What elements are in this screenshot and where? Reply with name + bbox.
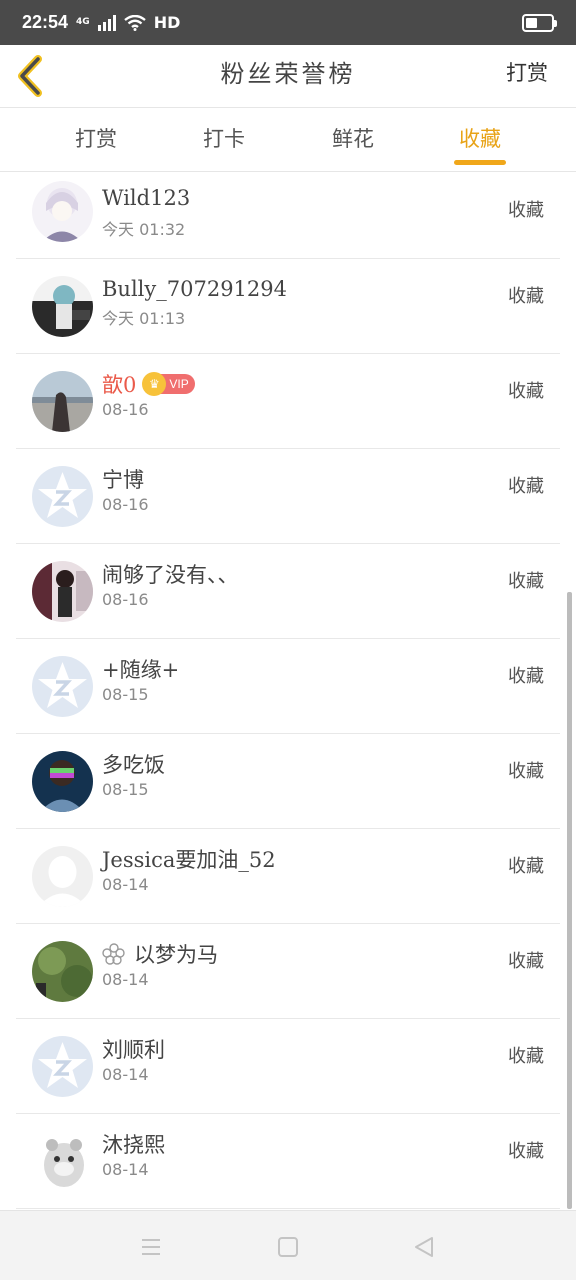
- user-name-text: Wild123: [102, 186, 191, 210]
- vip-label: VIP: [169, 377, 189, 391]
- user-name: 宁博: [102, 464, 144, 494]
- hamster-avatar: [32, 1131, 93, 1192]
- list-item[interactable]: Wild123 今天 01:32 收藏: [16, 173, 560, 259]
- signal-icon: [97, 14, 116, 31]
- row-action-label: 收藏: [508, 666, 544, 687]
- row-action-label: 收藏: [508, 1046, 544, 1067]
- favorite-time: 今天 01:32: [102, 220, 186, 239]
- silhouette-avatar: [32, 846, 93, 907]
- favorite-time: 08-14: [102, 970, 149, 989]
- list-item[interactable]: 多吃饭 08-15 收藏: [16, 734, 560, 829]
- menu-icon[interactable]: [139, 1235, 163, 1259]
- favorite-time: 08-16: [102, 495, 149, 514]
- row-action-label: 收藏: [508, 381, 544, 402]
- row-action-label: 收藏: [508, 286, 544, 307]
- list-item[interactable]: Bully_707291294 今天 01:13 收藏: [16, 259, 560, 354]
- scrollbar[interactable]: [567, 592, 572, 1209]
- default-star-avatar: [32, 466, 93, 527]
- user-name: 沐挠熙: [102, 1129, 165, 1159]
- page-title: 粉丝荣誉榜: [220, 60, 356, 88]
- network-type: 4G: [76, 17, 90, 27]
- user-name-text: 闹够了没有、、: [102, 563, 239, 587]
- user-name-text: 以梦为马: [134, 943, 218, 967]
- user-name: 以梦为马: [102, 939, 218, 969]
- battery-fill: [526, 17, 537, 28]
- favorite-time: 08-15: [102, 685, 149, 704]
- wifi-icon: [123, 14, 146, 31]
- favorite-time: 08-14: [102, 1065, 149, 1084]
- tab-checkin[interactable]: 打卡: [174, 108, 274, 172]
- user-name: 闹够了没有、、: [102, 559, 239, 589]
- user-name: 多吃饭: [102, 749, 165, 779]
- favorite-time: 08-16: [102, 590, 149, 609]
- default-star-avatar: [32, 656, 93, 717]
- user-name-text: +随缘+: [102, 658, 180, 682]
- user-name-text: 沐挠熙: [102, 1133, 165, 1157]
- photo-avatar: [32, 276, 93, 337]
- row-action-label: 收藏: [508, 571, 544, 592]
- row-action-label: 收藏: [508, 951, 544, 972]
- favorite-time: 08-15: [102, 780, 149, 799]
- list-item[interactable]: 宁博 08-16 收藏: [16, 449, 560, 544]
- photo-avatar: [32, 941, 93, 1002]
- status-left: 22:54 4G HD: [22, 12, 180, 33]
- status-time: 22:54: [22, 12, 69, 32]
- user-name-text: 宁博: [102, 468, 144, 492]
- user-name: 歆0 ♛ VIP: [102, 369, 195, 399]
- tab-flowers[interactable]: 鲜花: [303, 108, 403, 172]
- user-name: +随缘+: [102, 654, 179, 684]
- photo-avatar: [32, 561, 93, 622]
- row-action-label: 收藏: [508, 761, 544, 782]
- tab-bar: 打赏 打卡 鲜花 收藏: [0, 108, 576, 172]
- hd-indicator: HD: [153, 13, 181, 32]
- user-name-text: 刘顺利: [102, 1038, 165, 1062]
- battery-icon: [522, 13, 557, 32]
- reward-action-button[interactable]: 打赏: [506, 45, 548, 108]
- active-tab-indicator: [454, 160, 506, 165]
- list-item[interactable]: 沐挠熙 08-14 收藏: [16, 1114, 560, 1209]
- status-bar: 22:54 4G HD: [0, 0, 576, 45]
- nav-bar: 粉丝荣誉榜 打赏: [0, 45, 576, 108]
- fan-list: Wild123 今天 01:32 收藏 Bully_707291294 今天 0…: [16, 173, 560, 1209]
- tab-reward[interactable]: 打赏: [46, 108, 146, 172]
- vip-badge: ♛ VIP: [142, 372, 195, 396]
- user-name: Jessica要加油_52: [102, 844, 276, 874]
- row-action-label: 收藏: [508, 200, 544, 221]
- user-name-text: 歆0: [102, 373, 137, 397]
- row-action-label: 收藏: [508, 1141, 544, 1162]
- user-name-text: Jessica要加油_52: [102, 848, 276, 872]
- favorite-time: 08-14: [102, 875, 149, 894]
- crown-icon: ♛: [142, 372, 167, 396]
- favorite-time: 08-14: [102, 1160, 149, 1179]
- row-action-label: 收藏: [508, 856, 544, 877]
- list-item[interactable]: 刘顺利 08-14 收藏: [16, 1019, 560, 1114]
- row-action-label: 收藏: [508, 476, 544, 497]
- favorite-time: 08-16: [102, 400, 149, 419]
- list-item[interactable]: 以梦为马 08-14 收藏: [16, 924, 560, 1019]
- home-square-icon[interactable]: [276, 1235, 300, 1259]
- anime-avatar: [32, 181, 93, 242]
- user-name-text: Bully_707291294: [102, 277, 288, 301]
- flower-icon: [102, 943, 125, 965]
- user-name: 刘顺利: [102, 1034, 165, 1064]
- back-triangle-icon[interactable]: [412, 1235, 436, 1259]
- list-item[interactable]: Jessica要加油_52 08-14 收藏: [16, 829, 560, 924]
- list-item[interactable]: +随缘+ 08-15 收藏: [16, 639, 560, 734]
- photo-avatar: [32, 371, 93, 432]
- user-name: Bully_707291294: [102, 274, 287, 304]
- list-item[interactable]: 闹够了没有、、 08-16 收藏: [16, 544, 560, 639]
- system-nav-bar: [0, 1210, 576, 1280]
- default-star-avatar: [32, 1036, 93, 1097]
- photo-avatar: [32, 751, 93, 812]
- user-name: Wild123: [102, 183, 190, 213]
- list-item[interactable]: 歆0 ♛ VIP 08-16 收藏: [16, 354, 560, 449]
- user-name-text: 多吃饭: [102, 753, 165, 777]
- favorite-time: 今天 01:13: [102, 309, 186, 328]
